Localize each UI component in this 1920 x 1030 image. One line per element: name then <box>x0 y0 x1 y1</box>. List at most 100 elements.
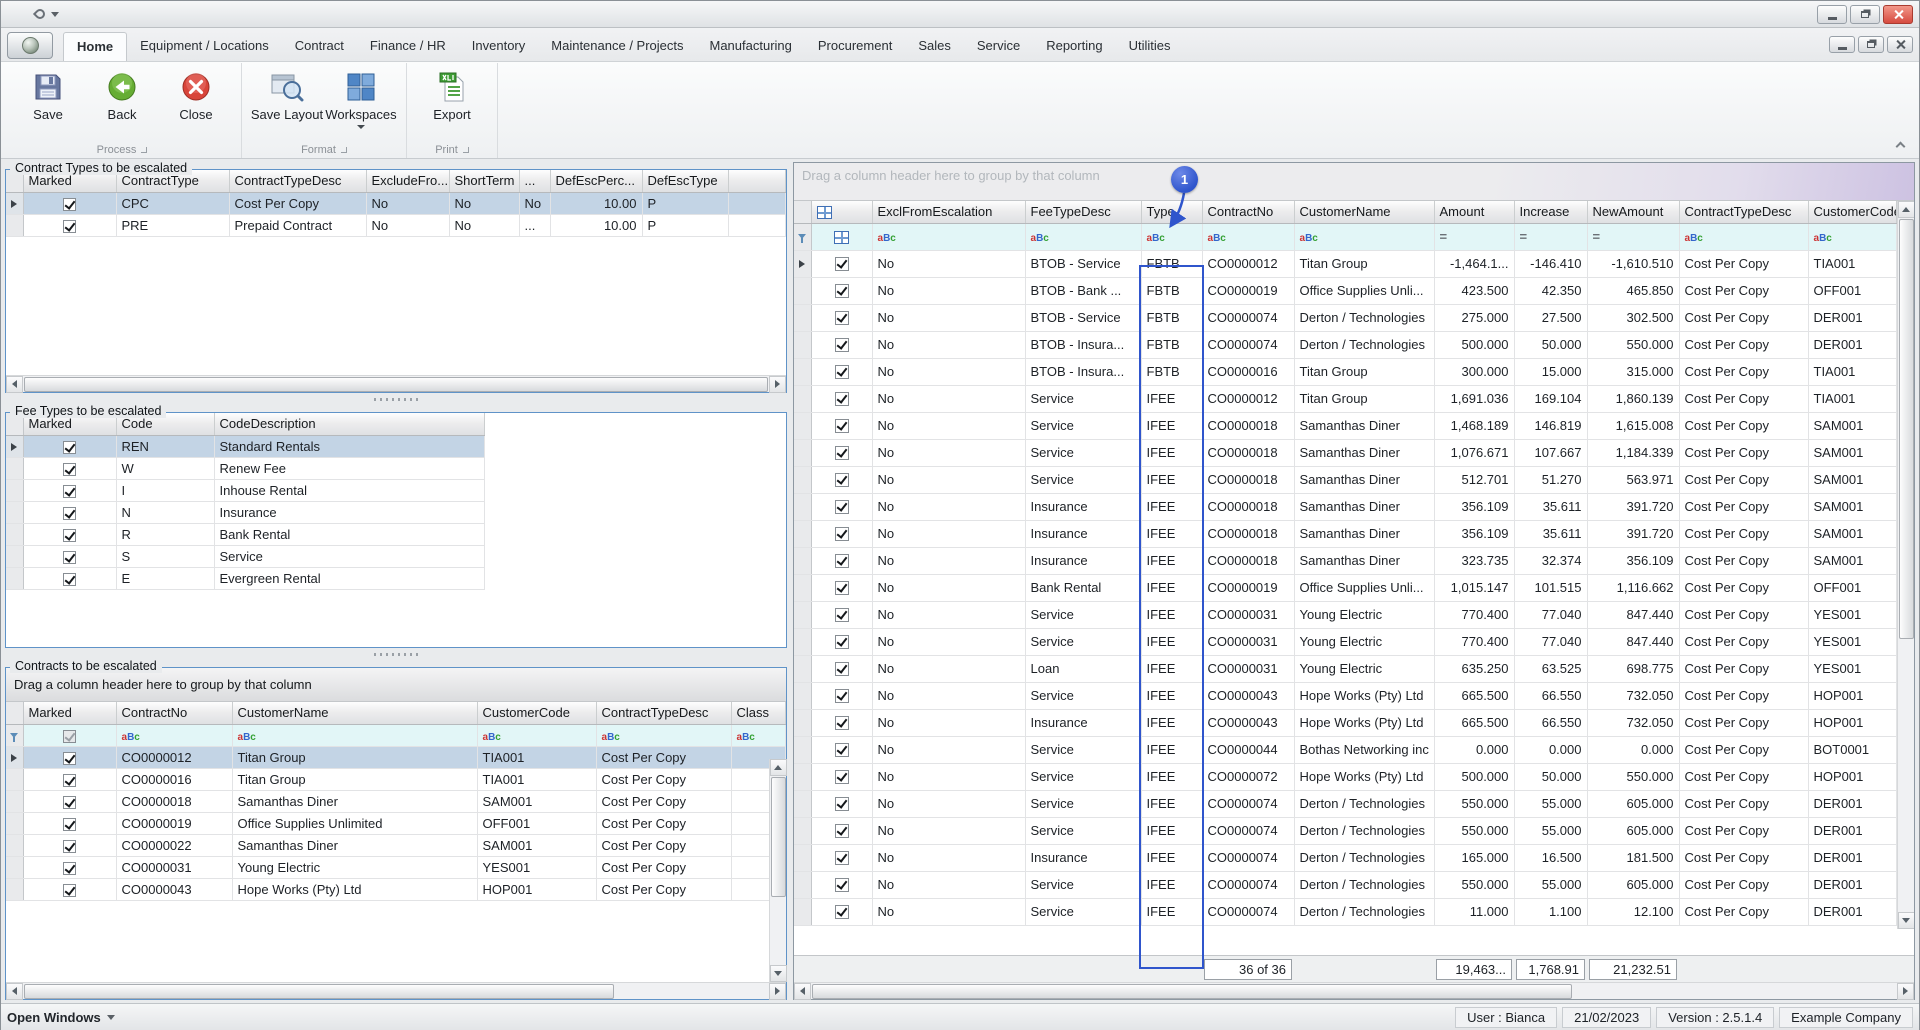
cell[interactable]: Insurance <box>1025 709 1142 737</box>
select-cell[interactable] <box>811 790 873 818</box>
cell[interactable]: CO0000072 <box>1202 763 1295 791</box>
cell[interactable]: Cost Per Copy <box>1679 277 1809 305</box>
cell[interactable]: No <box>872 250 1026 278</box>
table-row[interactable]: No BTOB - Insura... FBTB CO0000074 Derto… <box>794 331 1897 359</box>
cell[interactable]: Young Electric <box>1294 601 1435 629</box>
cell[interactable]: Inhouse Rental <box>214 479 485 502</box>
col-header-select[interactable] <box>811 201 873 224</box>
restore-button[interactable] <box>1850 5 1880 24</box>
cell[interactable]: CO0000022 <box>116 834 233 857</box>
checkbox-checked-icon[interactable] <box>63 219 76 233</box>
cell[interactable]: 0.000 <box>1587 736 1680 764</box>
cell[interactable]: No <box>872 358 1026 386</box>
table-row[interactable]: No Service IFEE CO0000074 Derton / Techn… <box>794 871 1897 899</box>
col-header-defesctype[interactable]: DefEscType <box>642 170 729 193</box>
cell[interactable]: IFEE <box>1141 763 1203 791</box>
close-button[interactable]: Close <box>159 66 233 123</box>
quick-access-toolbar[interactable] <box>32 6 59 22</box>
select-cell[interactable] <box>811 655 873 683</box>
cell[interactable]: Service <box>1025 439 1142 467</box>
cell[interactable]: No <box>872 439 1026 467</box>
cell[interactable]: 10.00 <box>550 192 643 215</box>
cell[interactable]: Cost Per Copy <box>1679 412 1809 440</box>
table-row[interactable]: No Insurance IFEE CO0000043 Hope Works (… <box>794 709 1897 737</box>
cell[interactable]: 300.000 <box>1434 358 1515 386</box>
cell[interactable]: S <box>116 545 215 568</box>
cell[interactable]: Derton / Technologies <box>1294 898 1435 926</box>
checkbox-checked-icon[interactable] <box>834 554 849 569</box>
ribbon-restore-button[interactable] <box>1858 36 1884 53</box>
table-row[interactable]: CO0000043 Hope Works (Pty) Ltd HOP001 Co… <box>6 878 786 901</box>
ribbon-tab[interactable]: Inventory <box>459 32 538 61</box>
cell[interactable]: No <box>872 466 1026 494</box>
col-header-customercode[interactable]: CustomerCode <box>477 702 597 725</box>
cell[interactable]: 323.735 <box>1434 547 1515 575</box>
cell[interactable]: CO0000074 <box>1202 304 1295 332</box>
select-cell[interactable] <box>811 250 873 278</box>
cell[interactable]: 1,468.189 <box>1434 412 1515 440</box>
cell[interactable]: Service <box>1025 601 1142 629</box>
cell[interactable]: IFEE <box>1141 790 1203 818</box>
col-header-class[interactable]: Class <box>731 702 786 725</box>
cell[interactable]: 665.500 <box>1434 682 1515 710</box>
cell[interactable]: SAM001 <box>477 834 597 857</box>
cell[interactable]: Standard Rentals <box>214 435 485 458</box>
table-row[interactable]: No Service IFEE CO0000043 Hope Works (Pt… <box>794 682 1897 710</box>
cell[interactable]: FBTB <box>1141 304 1203 332</box>
cell[interactable]: Office Supplies Unli... <box>1294 574 1435 602</box>
cell[interactable]: CO0000018 <box>116 790 233 813</box>
cell[interactable]: 0.000 <box>1514 736 1588 764</box>
checkbox-checked-icon[interactable] <box>834 851 849 866</box>
cell[interactable]: OFF001 <box>477 812 597 835</box>
cell[interactable]: P <box>642 214 729 237</box>
cell[interactable]: 500.000 <box>1434 331 1515 359</box>
col-header-feetypedesc[interactable]: FeeTypeDesc <box>1025 201 1142 224</box>
table-row[interactable]: CO0000018 Samanthas Diner SAM001 Cost Pe… <box>6 790 786 813</box>
select-cell[interactable] <box>811 682 873 710</box>
cell[interactable]: 1.100 <box>1514 898 1588 926</box>
cell[interactable]: 847.440 <box>1587 601 1680 629</box>
table-row[interactable]: No Service IFEE CO0000031 Young Electric… <box>794 601 1897 629</box>
horizontal-scrollbar[interactable] <box>794 982 1914 1000</box>
cell[interactable]: 50.000 <box>1514 763 1588 791</box>
cell[interactable]: Samanthas Diner <box>1294 412 1435 440</box>
cell[interactable]: CO0000012 <box>1202 385 1295 413</box>
cell[interactable]: Office Supplies Unli... <box>1294 277 1435 305</box>
ribbon-tab[interactable]: Contract <box>282 32 357 61</box>
cell[interactable]: 315.000 <box>1587 358 1680 386</box>
col-header-contracttypedesc[interactable]: ContractTypeDesc <box>229 170 367 193</box>
cell[interactable]: DER001 <box>1808 898 1897 926</box>
checkbox-checked-icon[interactable] <box>834 608 849 623</box>
cell[interactable]: 66.550 <box>1514 709 1588 737</box>
cell[interactable]: 605.000 <box>1587 871 1680 899</box>
cell[interactable]: 1,615.008 <box>1587 412 1680 440</box>
cell[interactable]: 107.667 <box>1514 439 1588 467</box>
cell[interactable]: Service <box>1025 628 1142 656</box>
cell[interactable]: Samanthas Diner <box>1294 466 1435 494</box>
open-windows-button[interactable]: Open Windows <box>7 1010 115 1025</box>
cell[interactable]: CO0000018 <box>1202 439 1295 467</box>
cell[interactable]: 77.040 <box>1514 628 1588 656</box>
cell[interactable]: 77.040 <box>1514 601 1588 629</box>
ribbon-tab[interactable]: Maintenance / Projects <box>538 32 696 61</box>
marked-cell[interactable] <box>23 501 117 524</box>
cell[interactable]: IFEE <box>1141 601 1203 629</box>
checkbox-checked-icon[interactable] <box>63 861 76 875</box>
cell[interactable]: Office Supplies Unlimited <box>232 812 478 835</box>
cell[interactable]: FBTB <box>1141 358 1203 386</box>
cell[interactable]: Cost Per Copy <box>1679 682 1809 710</box>
cell[interactable]: DER001 <box>1808 790 1897 818</box>
cell[interactable]: 32.374 <box>1514 547 1588 575</box>
col-header-exclfromescalation[interactable]: ExclFromEscalation <box>872 201 1026 224</box>
marked-cell[interactable] <box>23 746 117 769</box>
cell[interactable]: IFEE <box>1141 439 1203 467</box>
cell[interactable]: 63.525 <box>1514 655 1588 683</box>
cell[interactable]: CO0000016 <box>116 768 233 791</box>
cell[interactable]: No <box>872 628 1026 656</box>
table-row[interactable]: REN Standard Rentals <box>6 435 485 458</box>
table-row[interactable]: No BTOB - Service FBTB CO0000012 Titan G… <box>794 250 1897 278</box>
cell[interactable]: No <box>872 493 1026 521</box>
checkbox-checked-icon[interactable] <box>63 839 76 853</box>
cell[interactable]: No <box>872 520 1026 548</box>
cell[interactable]: Cost Per Copy <box>1679 817 1809 845</box>
